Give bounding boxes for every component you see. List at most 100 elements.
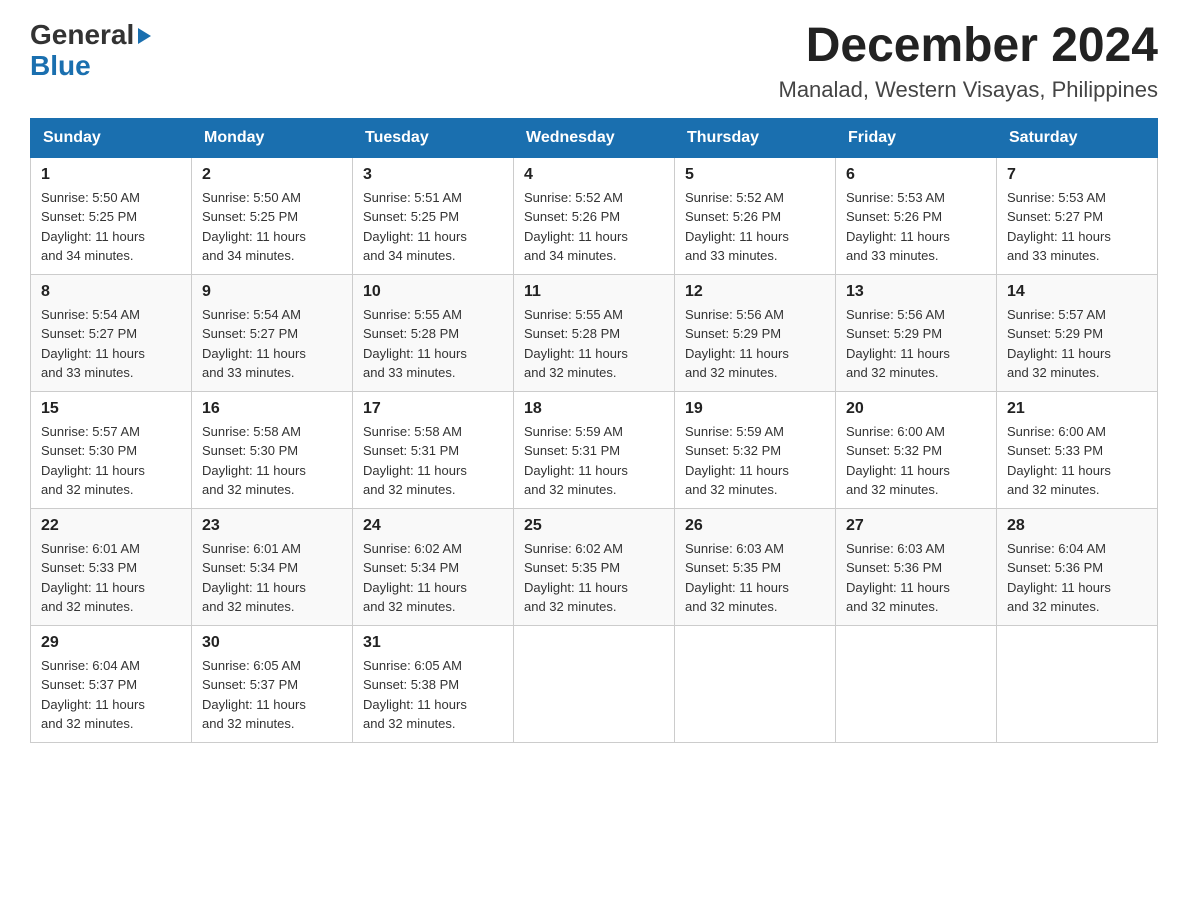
page-header: General Blue December 2024 Manalad, West… xyxy=(30,20,1158,103)
day-info: Sunrise: 6:05 AMSunset: 5:38 PMDaylight:… xyxy=(363,656,503,734)
logo-general: General xyxy=(30,20,151,51)
table-row: 11 Sunrise: 5:55 AMSunset: 5:28 PMDayligh… xyxy=(514,274,675,391)
table-row: 26Sunrise: 6:03 AMSunset: 5:35 PMDayligh… xyxy=(675,508,836,625)
day-number: 23 xyxy=(202,517,342,535)
day-info: Sunrise: 6:01 AMSunset: 5:34 PMDaylight:… xyxy=(202,539,342,617)
day-number: 12 xyxy=(685,283,825,301)
table-row: 1 Sunrise: 5:50 AMSunset: 5:25 PMDaylight… xyxy=(31,157,192,274)
day-info: Sunrise: 5:53 AMSunset: 5:27 PMDaylight:… xyxy=(1007,188,1147,266)
day-number: 7 xyxy=(1007,166,1147,184)
table-row: 25 Sunrise: 6:02 AMSunset: 5:35 PMDayligh… xyxy=(514,508,675,625)
day-number: 29 xyxy=(41,634,181,652)
day-info: Sunrise: 6:04 AMSunset: 5:37 PMDaylight:… xyxy=(41,656,181,734)
day-info: Sunrise: 6:02 AMSunset: 5:34 PMDaylight:… xyxy=(363,539,503,617)
table-row: 28 Sunrise: 6:04 AMSunset: 5:36 PMDayligh… xyxy=(997,508,1158,625)
main-title: December 2024 xyxy=(779,20,1159,73)
day-info: Sunrise: 5:57 AMSunset: 5:29 PMDaylight:… xyxy=(1007,305,1147,383)
table-row: 14 Sunrise: 5:57 AMSunset: 5:29 PMDayligh… xyxy=(997,274,1158,391)
table-row: 15 Sunrise: 5:57 AMSunset: 5:30 PMDayligh… xyxy=(31,391,192,508)
day-number: 19 xyxy=(685,400,825,418)
table-row: 6 Sunrise: 5:53 AMSunset: 5:26 PMDaylight… xyxy=(836,157,997,274)
day-info: Sunrise: 6:01 AMSunset: 5:33 PMDaylight:… xyxy=(41,539,181,617)
title-section: December 2024 Manalad, Western Visayas, … xyxy=(779,20,1159,103)
day-number: 22 xyxy=(41,517,181,535)
day-number: 27 xyxy=(846,517,986,535)
table-row: 12 Sunrise: 5:56 AMSunset: 5:29 PMDayligh… xyxy=(675,274,836,391)
table-row: 29 Sunrise: 6:04 AMSunset: 5:37 PMDayligh… xyxy=(31,625,192,742)
table-row: 16 Sunrise: 5:58 AMSunset: 5:30 PMDayligh… xyxy=(192,391,353,508)
calendar-week-row: 29 Sunrise: 6:04 AMSunset: 5:37 PMDayligh… xyxy=(31,625,1158,742)
day-info: Sunrise: 6:05 AMSunset: 5:37 PMDaylight:… xyxy=(202,656,342,734)
day-info: Sunrise: 5:54 AMSunset: 5:27 PMDaylight:… xyxy=(41,305,181,383)
day-info: Sunrise: 6:04 AMSunset: 5:36 PMDaylight:… xyxy=(1007,539,1147,617)
calendar-week-row: 22 Sunrise: 6:01 AMSunset: 5:33 PMDayligh… xyxy=(31,508,1158,625)
day-number: 20 xyxy=(846,400,986,418)
day-number: 15 xyxy=(41,400,181,418)
day-number: 14 xyxy=(1007,283,1147,301)
day-info: Sunrise: 5:59 AMSunset: 5:32 PMDaylight:… xyxy=(685,422,825,500)
day-info: Sunrise: 6:03 AMSunset: 5:35 PMDaylight:… xyxy=(685,539,825,617)
table-row xyxy=(836,625,997,742)
day-number: 28 xyxy=(1007,517,1147,535)
day-number: 6 xyxy=(846,166,986,184)
day-info: Sunrise: 6:03 AMSunset: 5:36 PMDaylight:… xyxy=(846,539,986,617)
day-number: 25 xyxy=(524,517,664,535)
day-number: 24 xyxy=(363,517,503,535)
subtitle: Manalad, Western Visayas, Philippines xyxy=(779,77,1159,103)
day-number: 10 xyxy=(363,283,503,301)
day-info: Sunrise: 5:52 AMSunset: 5:26 PMDaylight:… xyxy=(524,188,664,266)
day-number: 18 xyxy=(524,400,664,418)
day-info: Sunrise: 6:00 AMSunset: 5:33 PMDaylight:… xyxy=(1007,422,1147,500)
day-number: 4 xyxy=(524,166,664,184)
day-number: 31 xyxy=(363,634,503,652)
table-row: 13 Sunrise: 5:56 AMSunset: 5:29 PMDayligh… xyxy=(836,274,997,391)
day-info: Sunrise: 5:50 AMSunset: 5:25 PMDaylight:… xyxy=(41,188,181,266)
table-row xyxy=(997,625,1158,742)
day-number: 1 xyxy=(41,166,181,184)
table-row: 2 Sunrise: 5:50 AMSunset: 5:25 PMDaylight… xyxy=(192,157,353,274)
day-info: Sunrise: 5:53 AMSunset: 5:26 PMDaylight:… xyxy=(846,188,986,266)
day-info: Sunrise: 5:51 AMSunset: 5:25 PMDaylight:… xyxy=(363,188,503,266)
day-info: Sunrise: 5:55 AMSunset: 5:28 PMDaylight:… xyxy=(363,305,503,383)
header-monday: Monday xyxy=(192,118,353,157)
table-row: 4 Sunrise: 5:52 AMSunset: 5:26 PMDaylight… xyxy=(514,157,675,274)
table-row: 27 Sunrise: 6:03 AMSunset: 5:36 PMDayligh… xyxy=(836,508,997,625)
header-wednesday: Wednesday xyxy=(514,118,675,157)
table-row: 7 Sunrise: 5:53 AMSunset: 5:27 PMDaylight… xyxy=(997,157,1158,274)
day-info: Sunrise: 5:59 AMSunset: 5:31 PMDaylight:… xyxy=(524,422,664,500)
table-row: 10 Sunrise: 5:55 AMSunset: 5:28 PMDayligh… xyxy=(353,274,514,391)
day-info: Sunrise: 5:56 AMSunset: 5:29 PMDaylight:… xyxy=(685,305,825,383)
table-row: 9Sunrise: 5:54 AMSunset: 5:27 PMDaylight… xyxy=(192,274,353,391)
header-sunday: Sunday xyxy=(31,118,192,157)
table-row xyxy=(675,625,836,742)
day-info: Sunrise: 5:55 AMSunset: 5:28 PMDaylight:… xyxy=(524,305,664,383)
day-info: Sunrise: 5:57 AMSunset: 5:30 PMDaylight:… xyxy=(41,422,181,500)
day-number: 5 xyxy=(685,166,825,184)
day-number: 13 xyxy=(846,283,986,301)
header-thursday: Thursday xyxy=(675,118,836,157)
day-number: 16 xyxy=(202,400,342,418)
table-row: 3Sunrise: 5:51 AMSunset: 5:25 PMDaylight… xyxy=(353,157,514,274)
calendar-week-row: 15 Sunrise: 5:57 AMSunset: 5:30 PMDayligh… xyxy=(31,391,1158,508)
table-row: 19 Sunrise: 5:59 AMSunset: 5:32 PMDayligh… xyxy=(675,391,836,508)
day-number: 21 xyxy=(1007,400,1147,418)
day-info: Sunrise: 5:58 AMSunset: 5:31 PMDaylight:… xyxy=(363,422,503,500)
table-row: 20 Sunrise: 6:00 AMSunset: 5:32 PMDayligh… xyxy=(836,391,997,508)
day-info: Sunrise: 6:02 AMSunset: 5:35 PMDaylight:… xyxy=(524,539,664,617)
day-number: 30 xyxy=(202,634,342,652)
header-friday: Friday xyxy=(836,118,997,157)
day-info: Sunrise: 5:52 AMSunset: 5:26 PMDaylight:… xyxy=(685,188,825,266)
logo-blue: Blue xyxy=(30,51,151,82)
day-info: Sunrise: 5:50 AMSunset: 5:25 PMDaylight:… xyxy=(202,188,342,266)
day-info: Sunrise: 6:00 AMSunset: 5:32 PMDaylight:… xyxy=(846,422,986,500)
day-number: 2 xyxy=(202,166,342,184)
calendar-header-row: Sunday Monday Tuesday Wednesday Thursday… xyxy=(31,118,1158,157)
table-row: 23 Sunrise: 6:01 AMSunset: 5:34 PMDayligh… xyxy=(192,508,353,625)
day-info: Sunrise: 5:54 AMSunset: 5:27 PMDaylight:… xyxy=(202,305,342,383)
day-number: 17 xyxy=(363,400,503,418)
header-saturday: Saturday xyxy=(997,118,1158,157)
day-info: Sunrise: 5:58 AMSunset: 5:30 PMDaylight:… xyxy=(202,422,342,500)
day-info: Sunrise: 5:56 AMSunset: 5:29 PMDaylight:… xyxy=(846,305,986,383)
table-row: 30 Sunrise: 6:05 AMSunset: 5:37 PMDayligh… xyxy=(192,625,353,742)
day-number: 11 xyxy=(524,283,664,301)
